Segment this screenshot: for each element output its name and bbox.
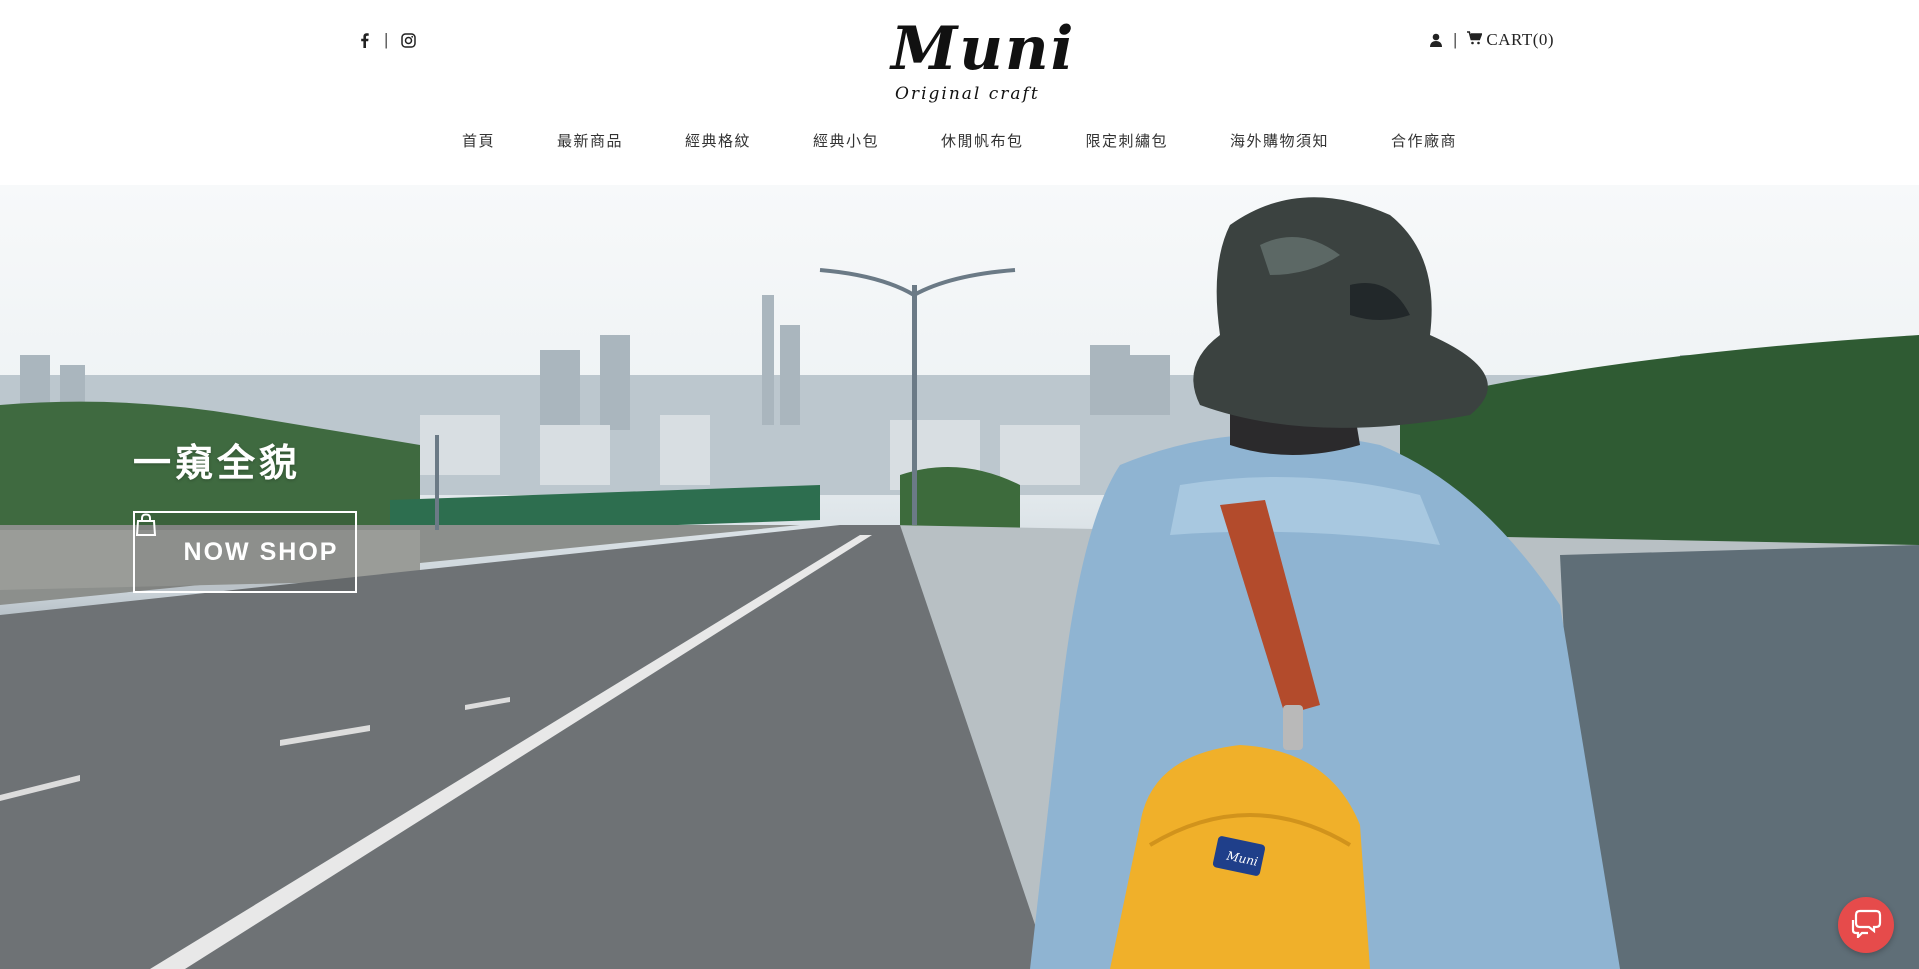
main-nav: 首頁 最新商品 經典格紋 經典小包 休閒帆布包 限定刺繡包 海外購物須知 合作廠… xyxy=(0,130,1919,151)
cart-icon xyxy=(1467,30,1483,50)
user-icon[interactable] xyxy=(1429,32,1443,48)
account-area: | CART(0) xyxy=(1429,30,1554,50)
hero-banner: Muni 一窺全貌 NOW SHOP xyxy=(0,185,1919,969)
chat-widget-button[interactable] xyxy=(1838,897,1894,953)
nav-item-home[interactable]: 首頁 xyxy=(462,130,495,151)
hero-title: 一窺全貌 xyxy=(133,443,302,485)
logo-wordmark: Muni xyxy=(891,14,1076,84)
shopping-bag-icon xyxy=(135,513,174,564)
nav-item-casual-canvas-bags[interactable]: 休閒帆布包 xyxy=(941,130,1024,151)
cart-label: CART(0) xyxy=(1486,30,1555,49)
nav-item-classic-small-bags[interactable]: 經典小包 xyxy=(813,130,879,151)
logo-tagline: Original craft xyxy=(895,84,1040,104)
instagram-icon[interactable] xyxy=(400,31,416,49)
social-links: | xyxy=(356,30,416,50)
nav-item-overseas-shopping[interactable]: 海外購物須知 xyxy=(1230,130,1329,151)
cart-link[interactable]: CART(0) xyxy=(1467,30,1554,50)
nav-item-limited-embroidered-bags[interactable]: 限定刺繡包 xyxy=(1086,130,1169,151)
nav-item-new-products[interactable]: 最新商品 xyxy=(557,130,623,151)
facebook-icon[interactable] xyxy=(356,31,372,49)
brand-logo[interactable]: Muni Original craft xyxy=(885,14,1073,112)
social-separator: | xyxy=(384,30,389,49)
site-header: | Muni Original craft | CART(0) 首頁 最新商品 … xyxy=(0,0,1919,185)
account-separator: | xyxy=(1453,30,1458,49)
nav-item-classic-plaid[interactable]: 經典格紋 xyxy=(685,130,751,151)
now-shop-label: NOW SHOP xyxy=(183,537,339,566)
nav-item-partners[interactable]: 合作廠商 xyxy=(1391,130,1457,151)
now-shop-button[interactable]: NOW SHOP xyxy=(133,511,357,593)
chat-bubble-icon xyxy=(1850,908,1882,943)
